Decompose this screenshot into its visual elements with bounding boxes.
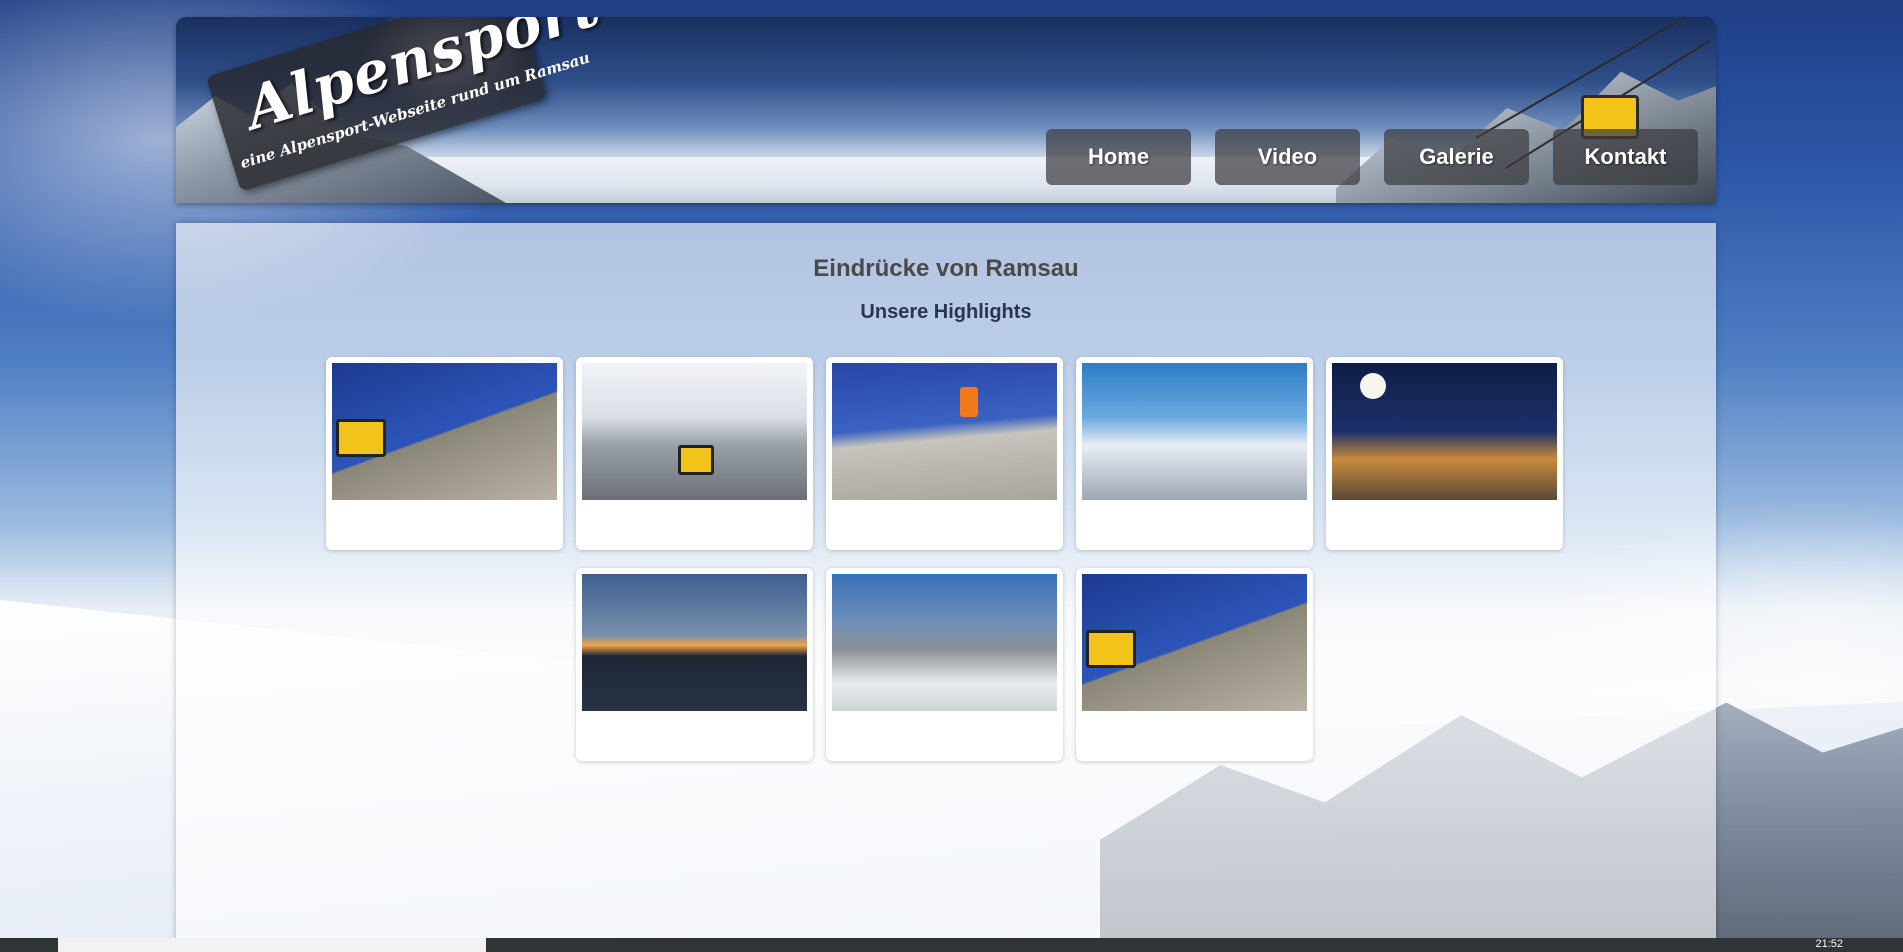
gallery-thumb[interactable] [826,568,1063,761]
climber-figure [960,387,978,417]
dachstein-peaks-image [832,574,1057,711]
night-moon-mountain-image [1332,363,1557,500]
os-taskbar: 21:52 [0,938,1903,952]
nav-galerie[interactable]: Galerie [1384,129,1529,185]
gondola-fog-mountain-image [582,363,807,500]
content-panel: Eindrücke von Ramsau Unsere Highlights [176,223,1716,945]
header-banner: Alpensport eine Alpensport-Webseite rund… [176,17,1716,203]
sunset-mountain-image [582,574,807,711]
logo-title: Alpensport [237,17,608,143]
nav-home[interactable]: Home [1046,129,1191,185]
gallery-thumb[interactable] [1326,357,1563,550]
gallery-thumb[interactable] [826,357,1063,550]
gondola-blue-sky-image [1082,574,1307,711]
moon-icon [1360,373,1386,399]
main-nav: Home Video Galerie Kontakt [1046,129,1698,185]
gallery-thumb[interactable] [1076,357,1313,550]
page-title: Eindrücke von Ramsau [813,255,1079,282]
gallery-thumb[interactable] [1076,568,1313,761]
taskbar-search[interactable] [58,938,486,952]
nav-video[interactable]: Video [1215,129,1360,185]
gondola-icon [678,445,714,475]
gondola-icon [336,419,386,457]
gondola-icon [1086,630,1136,668]
gallery-thumb[interactable] [326,357,563,550]
taskbar-clock: 21:52 [1815,938,1843,950]
page-subtitle: Unsere Highlights [860,301,1032,323]
viewing-platform-image [1082,363,1307,500]
nav-kontakt[interactable]: Kontakt [1553,129,1698,185]
gallery-thumb[interactable] [576,357,813,550]
gondola-blue-sky-image [332,363,557,500]
climber-orange-image [832,363,1057,500]
gallery-thumb[interactable] [576,568,813,761]
